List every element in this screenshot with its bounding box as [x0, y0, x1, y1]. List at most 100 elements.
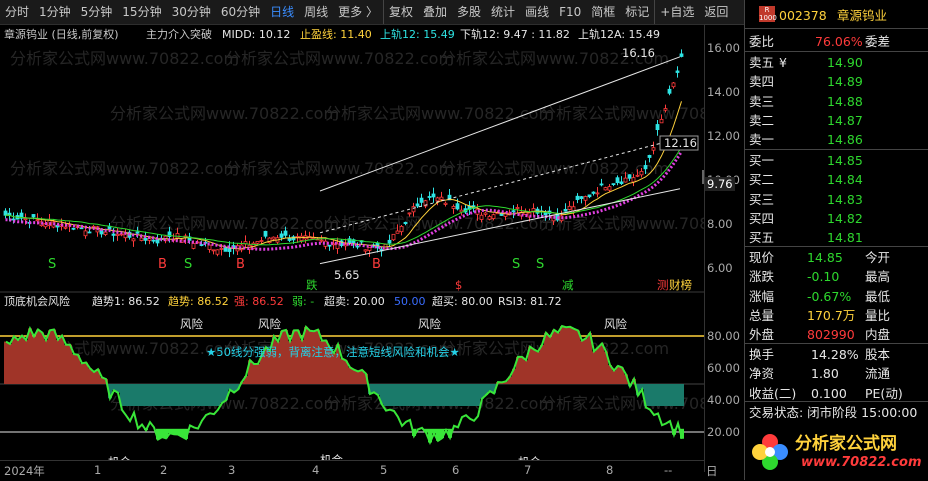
stat-right-label: 今开 — [865, 250, 891, 265]
osc-bar-down — [668, 384, 672, 406]
toolbar-item-14[interactable]: F10 — [554, 0, 586, 24]
osc-bar-down — [128, 384, 132, 406]
buy-label: 买四 — [749, 210, 775, 226]
main-header-item: MIDD: 10.12 — [222, 28, 290, 41]
candle-body — [23, 218, 28, 221]
watermark-text: 分析家公式网www.70822.com — [110, 214, 339, 233]
toolbar-item-12[interactable]: 统计 — [486, 0, 520, 24]
toolbar-item-18[interactable]: 返回 — [699, 0, 733, 24]
osc-bar-down — [444, 384, 448, 406]
candle-body — [111, 233, 116, 236]
watermark-text: 分析家公式网www.70822.com — [440, 159, 669, 178]
osc-bar-down — [432, 384, 436, 406]
toolbar-item-4[interactable]: 30分钟 — [167, 0, 216, 24]
toolbar-item-7[interactable]: 周线 — [299, 0, 333, 24]
watermark-text: 分析家公式网www.70822.com — [225, 159, 454, 178]
candle-body — [211, 249, 216, 252]
toolbar-item-1[interactable]: 1分钟 — [34, 0, 76, 24]
osc-bar-up — [356, 371, 360, 384]
toolbar-item-6[interactable]: 日线 — [265, 0, 299, 24]
osc-bar-up — [612, 370, 616, 384]
osc-bar-up — [352, 369, 356, 384]
price-tick: 14.00 — [707, 85, 740, 99]
osc-bar-up — [548, 336, 552, 384]
candle-body — [603, 187, 608, 191]
stat-value: -0.10 — [807, 269, 840, 285]
kline-chart[interactable]: 分析家公式网www.70822.com 分析家公式网www.70822.com 分析… — [0, 23, 769, 472]
toolbar-item-15[interactable]: 简框 — [586, 0, 620, 24]
osc-bar-down — [388, 384, 392, 406]
candle-body — [583, 196, 588, 201]
toolbar-item-13[interactable]: 画线 — [520, 0, 554, 24]
toolbar-item-5[interactable]: 60分钟 — [216, 0, 265, 24]
osc-bar-down — [660, 384, 664, 406]
candle-body — [575, 195, 580, 200]
sell-row: 卖四 14.89 — [745, 72, 928, 91]
stat2-label: 换手 — [749, 347, 775, 362]
stat-value: 170.7万 — [807, 307, 856, 323]
osc-bar-up — [540, 344, 544, 384]
sell-price: 14.88 — [827, 93, 863, 109]
month-label: 8 — [606, 463, 614, 477]
osc-bar-down — [428, 384, 432, 406]
toolbar-item-10[interactable]: 叠加 — [418, 0, 452, 24]
signal-s-marker: S — [512, 257, 520, 272]
osc-bar-up — [48, 330, 52, 384]
sub-header-item: 50.00 — [394, 295, 426, 308]
scroll-dash[interactable]: -- — [664, 463, 672, 477]
osc-bar-down — [652, 384, 656, 406]
stat2-row: 收益(二) 0.100 PE(动) — [745, 384, 928, 403]
sub-header-item: RSI3: 81.72 — [498, 295, 562, 308]
osc-tick: 80.00 — [707, 329, 740, 343]
candle-body — [671, 82, 676, 88]
stat2-value: 1.80 — [811, 366, 839, 382]
candle-body — [615, 177, 620, 184]
osc-bar-down — [144, 384, 148, 406]
year-label: 2024年 — [4, 464, 45, 478]
osc-bar-up — [52, 329, 56, 384]
news-marker: 测 — [657, 278, 669, 292]
toolbar-item-3[interactable]: 15分钟 — [117, 0, 166, 24]
date-axis: 2024年 -- 日 1 2 3 4 5 6 7 8 — [0, 460, 718, 481]
candle-body — [31, 214, 36, 218]
candle-body — [71, 227, 76, 230]
sell-row: 卖三 14.88 — [745, 92, 928, 111]
osc-bar-up — [572, 328, 576, 384]
toolbar-item-17[interactable]: +自选 — [654, 0, 699, 24]
day-label[interactable]: 日 — [706, 463, 718, 479]
chart-canvas[interactable]: 分析家公式网www.70822.com分析家公式网www.70822.com分析… — [0, 23, 769, 472]
candle-body — [435, 197, 440, 202]
osc-bar-down — [424, 384, 428, 406]
candle-body — [263, 230, 268, 237]
candle-body — [135, 231, 140, 234]
osc-bar-down — [132, 384, 136, 406]
stat-label: 总量 — [749, 307, 775, 323]
fall-marker: 跌 — [306, 278, 318, 292]
strategy-note: ★50线分强弱，背离注意，注意短线风险和机会★ — [206, 345, 460, 359]
toolbar-item-11[interactable]: 多股 — [452, 0, 486, 24]
toolbar-item-2[interactable]: 5分钟 — [76, 0, 118, 24]
toolbar-item-0[interactable]: 分时 — [0, 0, 34, 24]
buy-row: 买三 14.83 — [745, 190, 928, 209]
toolbar-item-8[interactable]: 更多 〉 — [333, 0, 383, 24]
osc-bar-down — [468, 384, 472, 406]
osc-bar-down — [124, 384, 128, 406]
osc-bar-up — [32, 336, 36, 384]
sell-label: 卖四 — [749, 74, 775, 90]
price-tick: 8.00 — [707, 217, 733, 231]
stat-right-label: 最低 — [865, 288, 891, 304]
candle-body — [299, 235, 304, 241]
toolbar-item-16[interactable]: 标记 — [620, 0, 654, 24]
sell-row: 卖一 14.86 — [745, 130, 928, 149]
stat-right-label: 最高 — [865, 269, 891, 285]
main-header-item: 主力介入突破 — [146, 27, 212, 41]
report-marker: 财榜 — [669, 278, 692, 292]
candle-body — [419, 197, 424, 203]
candle-body — [483, 212, 488, 215]
candle-body — [255, 241, 260, 244]
osc-tick: 20.00 — [707, 425, 740, 439]
toolbar-item-9[interactable]: 复权 — [383, 0, 418, 24]
osc-tick: 60.00 — [707, 361, 740, 375]
osc-bar-down — [476, 384, 480, 406]
candle-body — [655, 124, 660, 131]
